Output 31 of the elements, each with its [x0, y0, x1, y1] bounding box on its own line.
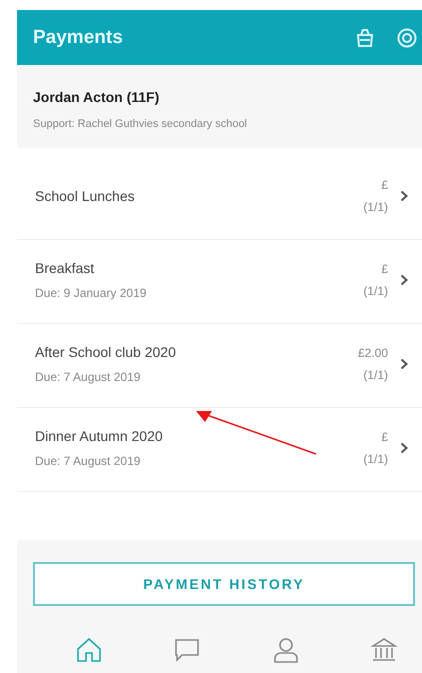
person-icon[interactable]	[272, 637, 300, 663]
payment-count: (1/1)	[362, 366, 388, 384]
payment-title: Dinner Autumn 2020	[35, 428, 164, 444]
due-date: Due: 7 August 2019	[35, 454, 142, 468]
payment-count: (1/1)	[363, 282, 388, 300]
school-name: Support: Rachel Guthvies secondary school	[33, 118, 248, 130]
bank-icon[interactable]	[370, 637, 398, 663]
payment-amount: £	[380, 176, 388, 194]
chevron-right-icon	[400, 442, 408, 454]
payment-row[interactable]: School Lunches £ (1/1)	[17, 156, 422, 240]
payment-title: School Lunches	[35, 188, 136, 204]
chevron-right-icon	[400, 358, 408, 370]
payment-row[interactable]: Breakfast Due: 9 January 2019 £ (1/1)	[17, 240, 422, 324]
payment-count: (1/1)	[363, 450, 388, 468]
chat-bubble-icon[interactable]	[173, 637, 202, 663]
payment-amount: £	[380, 260, 388, 278]
payment-title: After School club 2020	[35, 344, 177, 360]
chevron-right-icon	[400, 190, 408, 202]
page-title: Payments	[33, 26, 123, 48]
home-icon[interactable]	[75, 637, 103, 663]
payment-title: Breakfast	[35, 260, 96, 276]
basket-icon[interactable]	[354, 28, 376, 48]
chevron-right-icon	[400, 274, 408, 286]
payment-amount: £2.00	[358, 344, 388, 362]
due-date: Due: 9 January 2019	[35, 286, 148, 300]
payment-count: (1/1)	[363, 198, 388, 216]
due-date: Due: 7 August 2019	[35, 370, 142, 384]
student-name: Jordan Acton (11F)	[33, 89, 160, 105]
payment-amount: £	[380, 428, 388, 446]
payment-row[interactable]: After School club 2020 Due: 7 August 2019 £2.00 (1/1)	[17, 324, 422, 408]
settings-icon[interactable]	[396, 26, 418, 48]
